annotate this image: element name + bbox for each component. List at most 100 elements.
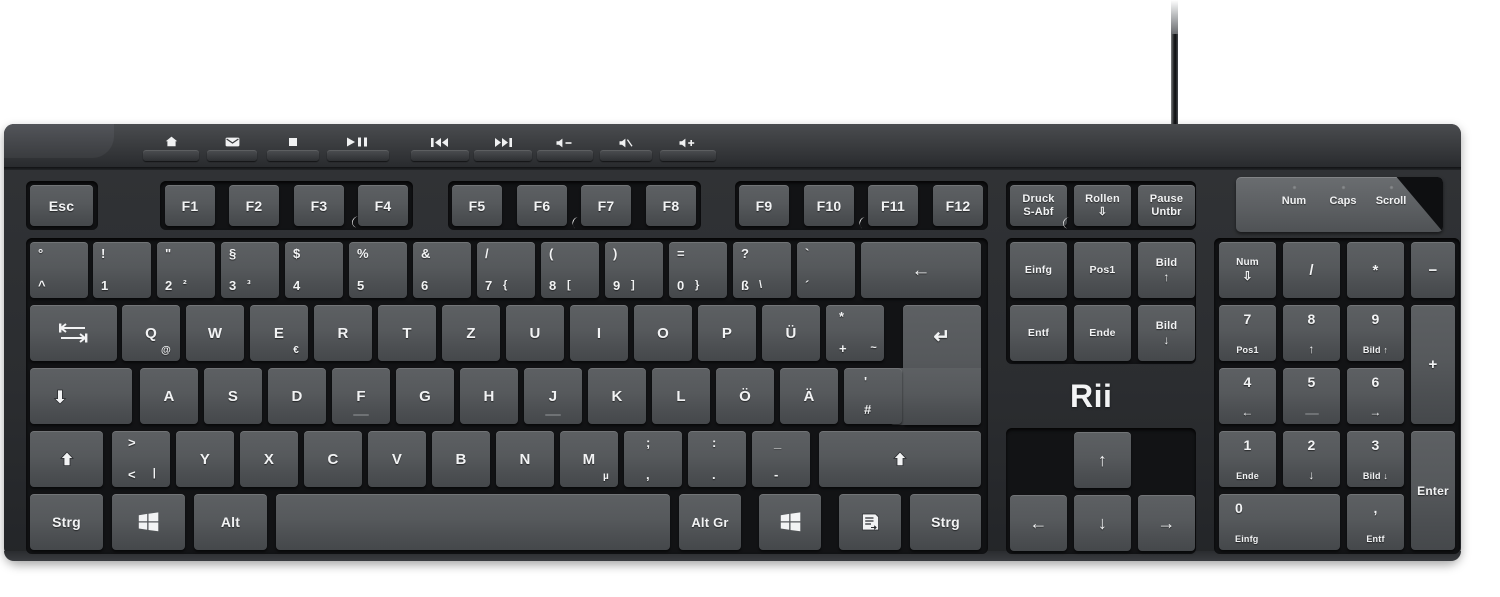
key-k[interactable]: K [588,368,646,424]
key-numpad-enter[interactable]: Enter [1411,431,1455,550]
key-delete[interactable]: Entf [1010,305,1067,361]
media-key-mail[interactable] [207,150,257,161]
key-less-than[interactable]: > < | [112,431,170,487]
key-alt-left[interactable]: Alt [194,494,267,550]
key-numpad-0[interactable]: 0 Einfg [1219,494,1340,550]
key-h[interactable]: H [460,368,518,424]
key-numpad-5[interactable]: 5 [1283,368,1340,424]
key-eszett[interactable]: ? ß \ [733,242,791,298]
key-a[interactable]: A [140,368,198,424]
key-f2[interactable]: F2 [229,185,279,226]
media-key-volume-up[interactable] [660,150,716,161]
key-end[interactable]: Ende [1074,305,1131,361]
key-c[interactable]: C [304,431,362,487]
key-q[interactable]: Q @ [122,305,180,361]
key-shift-left[interactable] [30,431,103,487]
key-f9[interactable]: F9 [739,185,789,226]
key-5[interactable]: % 5 [349,242,407,298]
key-numpad-2[interactable]: 2 ↓ [1283,431,1340,487]
key-numpad-multiply[interactable]: * [1347,242,1404,298]
key-escape[interactable]: Esc [30,185,93,226]
key-hash[interactable]: ' # [844,368,902,424]
key-0[interactable]: = 0} [669,242,727,298]
media-key-home[interactable] [143,150,199,161]
key-b[interactable]: B [432,431,490,487]
key-4[interactable]: $4 [285,242,343,298]
key-ctrl-left[interactable]: Strg [30,494,103,550]
key-f12[interactable]: F12 [933,185,983,226]
key-numpad-8[interactable]: 8 ↑ [1283,305,1340,361]
key-y[interactable]: Y [176,431,234,487]
key-page-up[interactable]: Bild ↑ [1138,242,1195,298]
key-e[interactable]: E € [250,305,308,361]
key-pause[interactable]: Pause Untbr [1138,185,1195,226]
media-key-next-track[interactable] [474,150,532,161]
key-i[interactable]: I [570,305,628,361]
key-o[interactable]: O [634,305,692,361]
key-n[interactable]: N [496,431,554,487]
key-scroll-lock[interactable]: Rollen ⇩ [1074,185,1131,226]
key-x[interactable]: X [240,431,298,487]
key-tab[interactable] [30,305,117,361]
key-numpad-add[interactable]: + [1411,305,1455,424]
key-f6[interactable]: F6 [517,185,567,226]
key-acute[interactable]: ` ´ [797,242,855,298]
media-key-play-pause[interactable] [327,150,389,161]
key-ctrl-right[interactable]: Strg [910,494,981,550]
key-plus[interactable]: * + ~ [826,305,884,361]
key-context-menu[interactable] [839,494,901,550]
key-u[interactable]: U [506,305,564,361]
key-minus[interactable]: _ - [752,431,810,487]
key-f3[interactable]: F3 [294,185,344,226]
key-numpad-7[interactable]: 7 Pos1 [1219,305,1276,361]
key-f[interactable]: F [332,368,390,424]
key-circumflex[interactable]: ° ^ [30,242,88,298]
key-r[interactable]: R [314,305,372,361]
key-numpad-subtract[interactable]: − [1411,242,1455,298]
key-caps-lock[interactable] [30,368,132,424]
media-key-stop[interactable] [267,150,319,161]
key-7[interactable]: / 7 { [477,242,535,298]
key-enter-lower-stem[interactable] [890,368,981,425]
key-2[interactable]: " 2 ² [157,242,215,298]
key-3[interactable]: § 3 ³ [221,242,279,298]
key-f1[interactable]: F1 [165,185,215,226]
key-f7[interactable]: F7 [581,185,631,226]
media-key-volume-down[interactable] [537,150,593,161]
key-numpad-4[interactable]: 4 ← [1219,368,1276,424]
key-d[interactable]: D [268,368,326,424]
key-f10[interactable]: F10 [804,185,854,226]
media-key-previous-track[interactable] [411,150,469,161]
key-shift-right[interactable] [819,431,981,487]
key-backspace[interactable]: ← [861,242,981,298]
key-9[interactable]: ) 9] [605,242,663,298]
media-key-mute[interactable] [600,150,652,161]
key-f8[interactable]: F8 [646,185,696,226]
key-print-screen[interactable]: Druck S-Abf [1010,185,1067,226]
key-numpad-divide[interactable]: / [1283,242,1340,298]
key-g[interactable]: G [396,368,454,424]
key-period[interactable]: :. [688,431,746,487]
key-f5[interactable]: F5 [452,185,502,226]
key-l[interactable]: L [652,368,710,424]
key-v[interactable]: V [368,431,426,487]
key-win-right[interactable] [759,494,821,550]
key-arrow-down[interactable]: ↓ [1074,495,1131,551]
key-win-left[interactable] [112,494,185,550]
key-f4[interactable]: F4 [358,185,408,226]
key-page-down[interactable]: Bild ↓ [1138,305,1195,361]
key-space[interactable] [276,494,670,550]
key-t[interactable]: T [378,305,436,361]
key-f11[interactable]: F11 [868,185,918,226]
key-m[interactable]: M µ [560,431,618,487]
key-u-umlaut[interactable]: Ü [762,305,820,361]
key-o-umlaut[interactable]: Ö [716,368,774,424]
key-num-lock[interactable]: Num ⇩ [1219,242,1276,298]
key-numpad-decimal[interactable]: , Entf [1347,494,1404,550]
key-arrow-left[interactable]: ← [1010,495,1067,551]
key-comma[interactable]: ;, [624,431,682,487]
key-z[interactable]: Z [442,305,500,361]
key-numpad-9[interactable]: 9 Bild ↑ [1347,305,1404,361]
key-a-umlaut[interactable]: Ä [780,368,838,424]
key-arrow-up[interactable]: ↑ [1074,432,1131,488]
